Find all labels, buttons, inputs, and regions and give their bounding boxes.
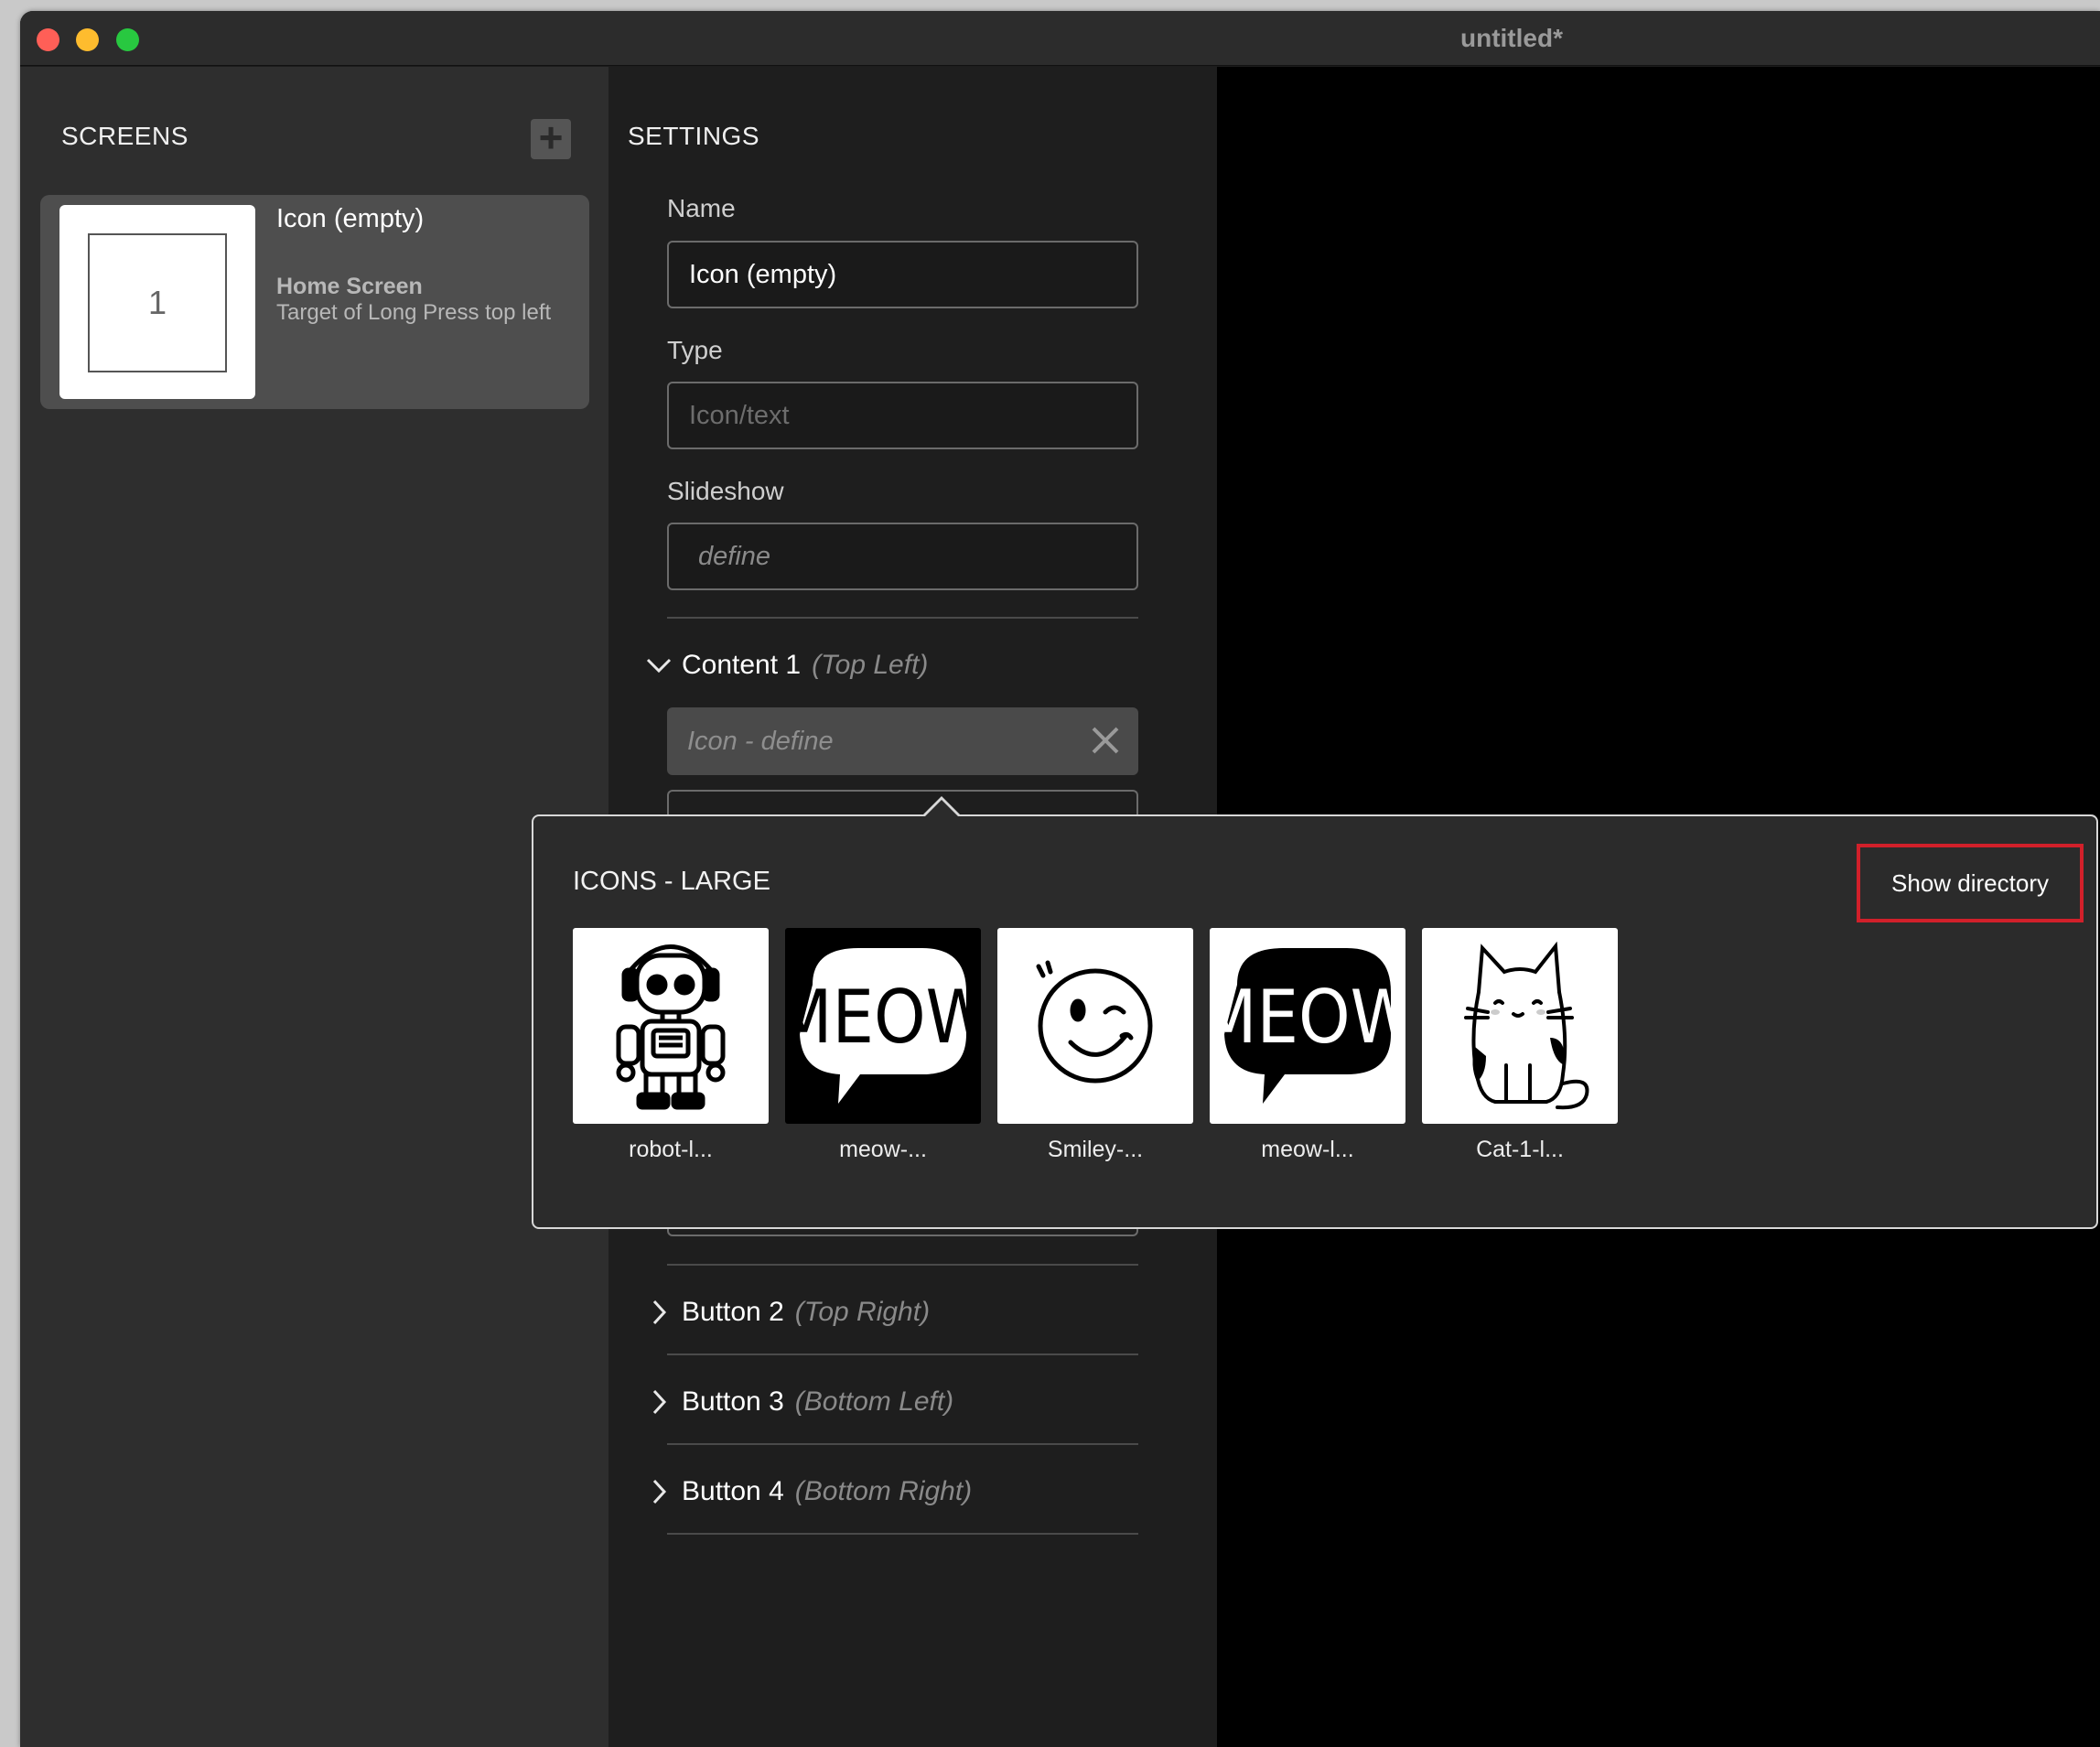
close-window-button[interactable] xyxy=(37,28,59,51)
section-name: Button 3 xyxy=(682,1386,784,1417)
screen-thumbnail: 1 xyxy=(59,205,255,399)
button-2-section-header[interactable]: Button 2 (Top Right) xyxy=(645,1294,930,1331)
chevron-right-icon xyxy=(645,1478,673,1505)
robot-icon xyxy=(573,928,769,1124)
icon-option-label: robot-l... xyxy=(629,1137,713,1162)
content-1-name: Content 1 xyxy=(682,650,802,680)
chevron-right-icon xyxy=(645,1299,673,1326)
title-bar: untitled* xyxy=(20,11,2100,66)
name-field[interactable]: Icon (empty) xyxy=(667,241,1138,308)
screen-title: Icon (empty) xyxy=(276,204,425,233)
screen-subtitle: Home Screen xyxy=(276,274,423,299)
type-field[interactable]: Icon/text xyxy=(667,382,1138,449)
slideshow-label: Slideshow xyxy=(667,477,784,505)
chevron-down-icon xyxy=(645,656,673,674)
icon-option-label: meow-... xyxy=(839,1137,927,1162)
clear-icon[interactable] xyxy=(1089,724,1122,757)
popover-heading: ICONS - LARGE xyxy=(573,867,770,896)
section-name: Button 2 xyxy=(682,1297,784,1327)
slideshow-field[interactable]: define xyxy=(667,523,1138,590)
section-position: (Bottom Right) xyxy=(794,1476,973,1506)
divider xyxy=(667,1264,1138,1266)
icon-select-field[interactable]: Icon - define xyxy=(667,707,1138,775)
divider xyxy=(667,617,1138,619)
chevron-right-icon xyxy=(645,1388,673,1416)
button-3-section-header[interactable]: Button 3 (Bottom Left) xyxy=(645,1384,953,1420)
section-position: (Top Right) xyxy=(794,1297,931,1327)
screens-heading: SCREENS xyxy=(61,122,188,150)
button-4-section-header[interactable]: Button 4 (Bottom Right) xyxy=(645,1473,972,1510)
meow-bubble-icon: MEOW xyxy=(1210,928,1405,1124)
icon-option-label: Smiley-... xyxy=(1047,1137,1144,1162)
svg-text:MEOW: MEOW xyxy=(1210,974,1405,1060)
minimize-window-button[interactable] xyxy=(76,28,99,51)
window-title: untitled* xyxy=(1460,24,1563,52)
icon-option[interactable]: MEOW meow-l... xyxy=(1210,928,1405,1163)
icon-option[interactable]: robot-l... xyxy=(573,928,769,1163)
section-position: (Bottom Left) xyxy=(794,1386,954,1417)
icon-option[interactable]: MEOW meow-... xyxy=(785,928,981,1163)
cat-icon xyxy=(1422,928,1618,1124)
show-directory-button[interactable]: Show directory xyxy=(1857,844,2084,922)
icon-select-value: Icon - define xyxy=(687,726,834,756)
smiley-icon xyxy=(997,928,1193,1124)
content-1-position: (Top Left) xyxy=(812,650,929,680)
add-screen-button[interactable]: + xyxy=(531,116,571,159)
divider xyxy=(667,1353,1138,1355)
screen-thumbnail-number: 1 xyxy=(88,233,227,372)
meow-bubble-icon: MEOW xyxy=(785,928,981,1124)
icon-picker-popover: ICONS - LARGE Show directory robot-l... … xyxy=(532,814,2098,1229)
settings-heading: SETTINGS xyxy=(628,122,760,150)
content-1-section-header[interactable]: Content 1 (Top Left) xyxy=(645,647,928,684)
type-label: Type xyxy=(667,336,723,364)
screen-list-item[interactable]: 1 Icon (empty) Home Screen Target of Lon… xyxy=(40,195,589,409)
name-label: Name xyxy=(667,194,736,222)
icon-option[interactable]: Cat-1-l... xyxy=(1422,928,1618,1163)
app-window: untitled* SCREENS + 1 Icon (empty) Home … xyxy=(20,11,2100,1747)
icon-option-label: Cat-1-l... xyxy=(1476,1137,1564,1162)
section-name: Button 4 xyxy=(682,1476,784,1506)
icon-option-label: meow-l... xyxy=(1261,1137,1354,1162)
divider xyxy=(667,1533,1138,1535)
divider xyxy=(667,1443,1138,1445)
screens-panel: SCREENS + 1 Icon (empty) Home Screen Tar… xyxy=(20,67,608,1747)
icon-option[interactable]: Smiley-... xyxy=(997,928,1193,1163)
screen-description: Target of Long Press top left xyxy=(276,300,552,325)
maximize-window-button[interactable] xyxy=(116,28,139,51)
popover-arrow-inner xyxy=(925,800,958,816)
svg-text:MEOW: MEOW xyxy=(785,974,981,1060)
